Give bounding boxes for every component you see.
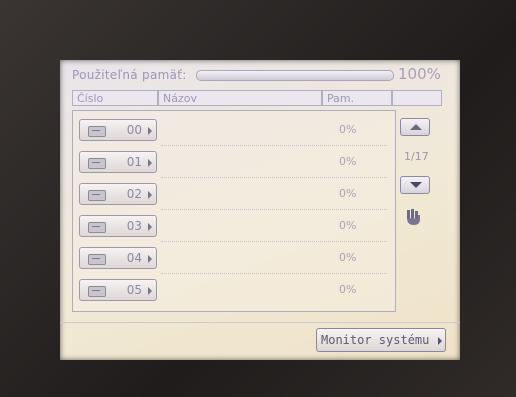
column-header-number[interactable]: Číslo	[72, 90, 158, 106]
footer-divider	[60, 322, 460, 323]
table-row[interactable]: 05 0%	[79, 279, 391, 303]
box-number: 04	[126, 251, 142, 265]
box-number: 01	[126, 155, 142, 169]
table-row[interactable]: 04 0%	[79, 247, 391, 274]
box-number-button[interactable]: 01	[79, 151, 157, 173]
box-memory-usage: 0%	[339, 219, 357, 232]
box-number: 05	[126, 283, 142, 297]
box-memory-usage: 0%	[339, 123, 357, 136]
chevron-right-icon	[438, 337, 442, 345]
table-row[interactable]: 03 0%	[79, 215, 391, 242]
system-monitor-button[interactable]: Monitor systému	[316, 328, 446, 352]
box-memory-usage: 0%	[339, 155, 357, 168]
box-number-button[interactable]: 00	[79, 119, 157, 141]
box-memory-usage: 0%	[339, 283, 357, 296]
column-header-name[interactable]: Názov	[158, 90, 322, 106]
chevron-right-icon	[148, 255, 152, 263]
storage-box-icon	[88, 158, 106, 169]
chevron-right-icon	[148, 127, 152, 135]
system-monitor-label: Monitor systému	[321, 333, 430, 347]
table-row[interactable]: 01 0%	[79, 151, 391, 178]
memory-percent: 100%	[398, 65, 441, 83]
box-number: 03	[126, 219, 142, 233]
box-memory-usage: 0%	[339, 251, 357, 264]
table-row[interactable]: 02 0%	[79, 183, 391, 210]
table-row[interactable]: 00 0%	[79, 119, 391, 146]
row-divider	[161, 209, 387, 210]
scroll-up-button[interactable]	[400, 118, 430, 136]
box-number-button[interactable]: 05	[79, 279, 157, 301]
memory-progress-bar	[196, 70, 394, 81]
row-divider	[161, 241, 387, 242]
storage-box-icon	[88, 254, 106, 265]
box-number-button[interactable]: 02	[79, 183, 157, 205]
chevron-right-icon	[148, 159, 152, 167]
arrow-down-icon	[410, 182, 422, 188]
arrow-up-icon	[410, 124, 422, 130]
box-number: 00	[126, 123, 142, 137]
box-number-button[interactable]: 03	[79, 215, 157, 237]
box-list: 00 0% 01 0% 02 0% 03 0% 04 0% 05 0%	[72, 110, 396, 312]
page-indicator: 1/17	[404, 150, 429, 163]
hand-pointer-icon	[407, 209, 420, 225]
row-divider	[161, 177, 387, 178]
storage-box-icon	[88, 126, 106, 137]
box-number-button[interactable]: 04	[79, 247, 157, 269]
chevron-right-icon	[148, 223, 152, 231]
touch-screen: Použiteľná pamäť: 100% Číslo Názov Pam. …	[60, 60, 460, 360]
box-number: 02	[126, 187, 142, 201]
chevron-right-icon	[148, 287, 152, 295]
storage-box-icon	[88, 286, 106, 297]
column-header-blank	[392, 90, 442, 106]
scroll-down-button[interactable]	[400, 176, 430, 194]
box-memory-usage: 0%	[339, 187, 357, 200]
available-memory-label: Použiteľná pamäť:	[72, 68, 187, 82]
memory-progress-fill	[197, 71, 393, 80]
storage-box-icon	[88, 190, 106, 201]
storage-box-icon	[88, 222, 106, 233]
column-header-memory[interactable]: Pam.	[322, 90, 392, 106]
row-divider	[161, 273, 387, 274]
row-divider	[161, 145, 387, 146]
chevron-right-icon	[148, 191, 152, 199]
